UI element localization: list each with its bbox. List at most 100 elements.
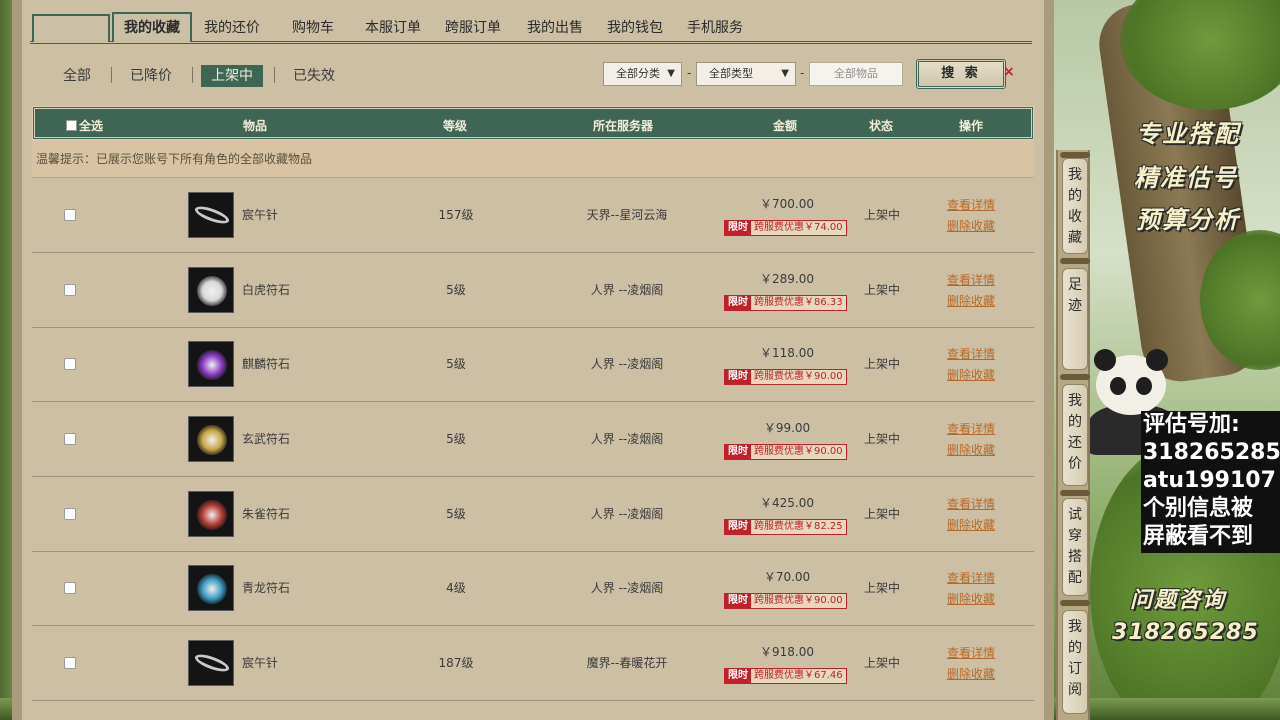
consult-number: 318265285 [1112, 620, 1259, 645]
item-status: 上架中 [863, 432, 900, 446]
item-name[interactable]: 青龙符石 [242, 579, 290, 596]
promo-text: 跨服费优惠￥90.00 [751, 370, 846, 384]
promo-badge: 限时 跨服费优惠￥74.00 [724, 220, 847, 236]
row-checkbox[interactable] [64, 284, 76, 296]
item-price: ￥425.00 [760, 496, 814, 510]
tab-server-orders[interactable]: 本服订单 [360, 17, 426, 41]
view-details-link[interactable]: 查看详情 [947, 569, 995, 586]
header-status: 状态 [869, 119, 894, 133]
tab-my-wallet[interactable]: 我的钱包 [602, 17, 668, 41]
item-status: 上架中 [863, 283, 900, 297]
promo-tag: 限时 [725, 221, 751, 235]
view-details-link[interactable]: 查看详情 [947, 271, 995, 288]
tab-my-counteroffers[interactable]: 我的还价 [198, 17, 266, 41]
sidebar-tab-counteroffers[interactable]: 我的还价 [1062, 384, 1088, 486]
item-level: 5级 [446, 357, 466, 371]
view-details-link[interactable]: 查看详情 [947, 495, 995, 512]
row-checkbox[interactable] [64, 209, 76, 221]
item-price: ￥70.00 [763, 570, 811, 584]
sidebar-tab-try-on[interactable]: 试穿搭配 [1062, 498, 1088, 596]
header-server: 所在服务器 [593, 119, 654, 133]
item-thumbnail[interactable] [188, 640, 234, 686]
filter-on-sale[interactable]: 上架中 [201, 65, 263, 87]
row-checkbox[interactable] [64, 358, 76, 370]
item-search-input[interactable]: 全部物品 [809, 62, 903, 86]
table-row: 白虎符石 5级 人界 --凌烟阁 ￥289.00 限时 跨服费优惠￥86.33 … [32, 253, 1034, 328]
category-select[interactable]: 全部分类 ▼ [603, 62, 682, 86]
item-name[interactable]: 宸午针 [242, 206, 278, 223]
dash: - [687, 66, 692, 80]
divider [111, 67, 112, 83]
row-checkbox[interactable] [64, 657, 76, 669]
sidebar-tab-footprint[interactable]: 足迹 [1062, 268, 1088, 370]
tab-cart[interactable]: 购物车 [280, 17, 346, 41]
sidebar-tab-label: 足迹 [1068, 277, 1082, 314]
item-name[interactable]: 麒麟符石 [242, 355, 290, 372]
tab-cross-server-orders[interactable]: 跨服订单 [440, 17, 506, 41]
remove-favorite-link[interactable]: 删除收藏 [947, 665, 995, 682]
item-server: 人界 --凌烟阁 [590, 581, 664, 595]
row-checkbox[interactable] [64, 433, 76, 445]
remove-favorite-link[interactable]: 删除收藏 [947, 441, 995, 458]
tab-blank [32, 14, 110, 42]
view-details-link[interactable]: 查看详情 [947, 420, 995, 437]
promo-text: 跨服费优惠￥82.25 [751, 520, 846, 534]
remove-favorite-link[interactable]: 删除收藏 [947, 217, 995, 234]
table-row: 宸午针 157级 天界--星河云海 ￥700.00 限时 跨服费优惠￥74.00… [32, 178, 1034, 253]
item-name[interactable]: 白虎符石 [242, 281, 290, 298]
sidebar-tab-subscriptions[interactable]: 我的订阅 [1062, 610, 1088, 714]
sidebar-tab-favorites[interactable]: 我的收藏 [1062, 158, 1088, 254]
promo-tag: 限时 [725, 669, 751, 683]
chevron-down-icon: ▼ [781, 68, 789, 79]
item-server: 魔界--春暖花开 [586, 656, 668, 670]
item-price: ￥700.00 [760, 197, 814, 211]
view-details-link[interactable]: 查看详情 [947, 345, 995, 362]
item-server: 人界 --凌烟阁 [590, 283, 664, 297]
black-tortoise-rune-icon [197, 425, 227, 455]
promo-tag: 限时 [725, 445, 751, 459]
chevron-down-icon: ▼ [667, 68, 675, 79]
slogan-accurate-valuation: 精准估号 [1134, 164, 1238, 192]
remove-favorite-link[interactable]: 删除收藏 [947, 366, 995, 383]
type-select[interactable]: 全部类型 ▼ [696, 62, 796, 86]
header-level: 等级 [443, 119, 468, 133]
item-name[interactable]: 宸午针 [242, 654, 278, 671]
item-name[interactable]: 玄武符石 [242, 430, 290, 447]
view-details-link[interactable]: 查看详情 [947, 644, 995, 661]
filter-all[interactable]: 全部 [63, 66, 91, 86]
row-checkbox[interactable] [64, 508, 76, 520]
tab-mobile-service[interactable]: 手机服务 [682, 17, 748, 41]
item-level: 5级 [446, 507, 466, 521]
promo-badge: 限时 跨服费优惠￥90.00 [724, 593, 847, 609]
promo-tag: 限时 [725, 520, 751, 534]
tab-my-sales[interactable]: 我的出售 [522, 17, 588, 41]
item-thumbnail[interactable] [188, 491, 234, 537]
item-thumbnail[interactable] [188, 416, 234, 462]
promo-badge: 限时 跨服费优惠￥90.00 [724, 444, 847, 460]
tab-my-favorites[interactable]: 我的收藏 [112, 12, 192, 42]
close-icon[interactable]: × [1003, 64, 1015, 80]
select-all-checkbox[interactable] [66, 120, 77, 131]
header-select-all[interactable]: 全选 [79, 117, 103, 134]
search-button[interactable]: 搜 索 [916, 59, 1006, 89]
remove-favorite-link[interactable]: 删除收藏 [947, 292, 995, 309]
header-amount: 金额 [773, 119, 798, 133]
type-select-value: 全部类型 [709, 67, 753, 80]
view-details-link[interactable]: 查看详情 [947, 196, 995, 213]
item-thumbnail[interactable] [188, 341, 234, 387]
filter-price-reduced[interactable]: 已降价 [130, 66, 172, 86]
remove-favorite-link[interactable]: 删除收藏 [947, 516, 995, 533]
header-item: 物品 [243, 119, 268, 133]
item-thumbnail[interactable] [188, 565, 234, 611]
item-price: ￥918.00 [760, 645, 814, 659]
filter-expired[interactable]: 已失效 [293, 66, 335, 86]
row-checkbox[interactable] [64, 582, 76, 594]
remove-favorite-link[interactable]: 删除收藏 [947, 590, 995, 607]
item-thumbnail[interactable] [188, 267, 234, 313]
item-server: 人界 --凌烟阁 [590, 432, 664, 446]
item-thumbnail[interactable] [188, 192, 234, 238]
item-name[interactable]: 朱雀符石 [242, 505, 290, 522]
right-sidebar: 我的收藏 足迹 我的还价 试穿搭配 我的订阅 [1056, 150, 1090, 720]
notice-banner: 温馨提示：已展示您账号下所有角色的全部收藏物品 [32, 140, 1034, 178]
contact-line: 屏蔽看不到 [1143, 524, 1254, 549]
